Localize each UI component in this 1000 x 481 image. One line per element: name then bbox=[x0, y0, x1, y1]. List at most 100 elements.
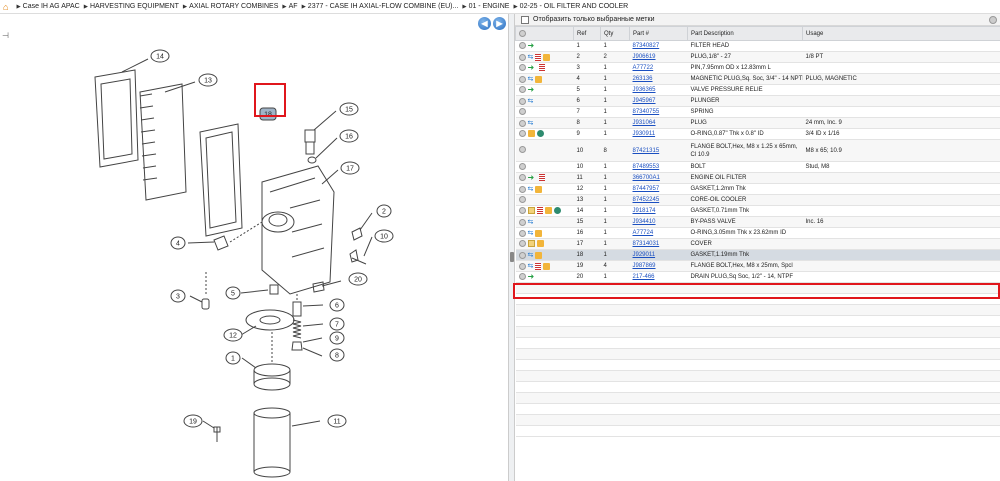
table-row[interactable]: ⇆ 19 4 J987869 FLANGE BOLT,Hex, M8 x 25mm, S… bbox=[515, 260, 1000, 272]
callout-label[interactable]: 16 bbox=[345, 134, 353, 141]
table-row[interactable]: 10 8 87421315 FLANGE BOLT,Hex, M8 x 1.25 x … bbox=[515, 139, 1000, 162]
arrow-icon[interactable]: ➜ bbox=[528, 64, 537, 72]
table-row[interactable]: ➜ 3 1 A77722 PIN,7.95mm OD x 12.83mm L bbox=[515, 62, 1000, 74]
show-selected-checkbox[interactable] bbox=[521, 15, 529, 24]
package-icon[interactable] bbox=[535, 185, 543, 193]
cell-part-number[interactable]: J987869 bbox=[629, 260, 688, 272]
part-number-link[interactable]: 366700A1 bbox=[633, 175, 660, 181]
gear-icon[interactable] bbox=[518, 42, 526, 50]
part-number-link[interactable]: 87340827 bbox=[633, 43, 660, 49]
breadcrumb-item[interactable]: 02-25 - OIL FILTER AND COOLER bbox=[520, 3, 629, 10]
cell-part-number[interactable]: J906619 bbox=[629, 51, 688, 63]
part-number-link[interactable]: 87421315 bbox=[633, 148, 660, 154]
callout-13[interactable]: 13 bbox=[198, 73, 218, 87]
cell-part-number[interactable]: J945967 bbox=[629, 95, 688, 107]
part-number-link[interactable]: J918174 bbox=[633, 208, 656, 214]
arrow-icon[interactable]: ➜ bbox=[528, 174, 537, 182]
package-icon[interactable] bbox=[527, 130, 535, 138]
home-icon[interactable]: ⌂ bbox=[3, 2, 8, 12]
globe-icon[interactable] bbox=[553, 207, 561, 215]
part-number-link[interactable]: J934410 bbox=[633, 219, 656, 225]
document-icon[interactable] bbox=[538, 174, 545, 182]
callout-label[interactable]: 4 bbox=[176, 241, 180, 248]
swap-icon[interactable]: ⇆ bbox=[528, 218, 534, 226]
callout-7[interactable]: 7 bbox=[329, 317, 345, 331]
gear-icon[interactable] bbox=[518, 229, 526, 237]
part-number-link[interactable]: J931064 bbox=[633, 120, 656, 126]
part-number-link[interactable]: 87340755 bbox=[633, 109, 660, 115]
gear-icon[interactable] bbox=[518, 97, 526, 105]
table-row[interactable]: 14 1 J918174 GASKET,0.71mm Thk bbox=[515, 205, 1000, 217]
callout-11[interactable]: 11 bbox=[327, 414, 347, 428]
gear-icon[interactable] bbox=[518, 53, 526, 61]
swap-icon[interactable]: ⇆ bbox=[528, 229, 534, 237]
callout-label[interactable]: 12 bbox=[229, 333, 237, 340]
callout-6[interactable]: 6 bbox=[329, 298, 345, 312]
gear-icon[interactable] bbox=[518, 75, 526, 83]
gear-icon[interactable] bbox=[518, 240, 526, 248]
globe-icon[interactable] bbox=[536, 130, 544, 138]
back-button[interactable]: ◀ bbox=[478, 17, 491, 30]
gear-icon[interactable] bbox=[518, 273, 526, 281]
breadcrumb-item[interactable]: 01 - ENGINE bbox=[469, 3, 510, 10]
column-ref[interactable]: Ref bbox=[573, 26, 601, 41]
callout-4[interactable]: 4 bbox=[170, 236, 186, 250]
gear-icon[interactable] bbox=[518, 185, 526, 193]
cell-part-number[interactable]: 87340755 bbox=[629, 106, 688, 118]
swap-icon[interactable]: ⇆ bbox=[528, 251, 534, 259]
table-row[interactable]: ⇆ 18 1 J929011 GASKET,1.19mm Thk bbox=[515, 249, 1000, 261]
gear-icon[interactable] bbox=[519, 29, 526, 37]
table-row[interactable]: ➜ 1 1 87340827 FILTER HEAD bbox=[515, 40, 1000, 52]
note-icon[interactable] bbox=[527, 207, 535, 215]
cell-part-number[interactable]: 217-466 bbox=[629, 271, 688, 283]
part-number-link[interactable]: J906619 bbox=[633, 54, 656, 60]
swap-icon[interactable]: ⇆ bbox=[528, 185, 534, 193]
exploded-parts-diagram[interactable]: 1413181516172104203 56712 91 819 11 bbox=[0, 32, 508, 481]
document-icon[interactable] bbox=[535, 262, 542, 270]
callout-14[interactable]: 14 bbox=[150, 49, 170, 63]
breadcrumb-item[interactable]: AXIAL ROTARY COMBINES bbox=[189, 3, 278, 10]
callout-label[interactable]: 3 bbox=[176, 294, 180, 301]
part-number-link[interactable]: A77722 bbox=[633, 65, 654, 71]
cell-part-number[interactable]: J929011 bbox=[629, 249, 688, 261]
table-row[interactable]: ⇆ 8 1 J931064 PLUG 24 mm, Inc. 9 bbox=[515, 117, 1000, 129]
callout-8[interactable]: 8 bbox=[329, 348, 345, 362]
cell-part-number[interactable]: A77722 bbox=[629, 62, 688, 74]
cell-part-number[interactable]: 87489553 bbox=[629, 161, 688, 173]
package-icon[interactable] bbox=[544, 207, 552, 215]
swap-icon[interactable]: ⇆ bbox=[528, 119, 534, 127]
arrow-icon[interactable]: ➜ bbox=[528, 42, 537, 50]
cell-part-number[interactable]: J931064 bbox=[629, 117, 688, 129]
gear-icon[interactable] bbox=[518, 251, 526, 259]
table-row[interactable]: ⇆ 15 1 J934410 BY-PASS VALVE Inc. 16 bbox=[515, 216, 1000, 228]
cell-part-number[interactable]: A77724 bbox=[629, 227, 688, 239]
column-qty[interactable]: Qty bbox=[600, 26, 630, 41]
cell-part-number[interactable]: J934410 bbox=[629, 216, 688, 228]
swap-icon[interactable]: ⇆ bbox=[528, 75, 534, 83]
cell-part-number[interactable]: 87447957 bbox=[629, 183, 688, 195]
table-row[interactable]: ➜ 11 1 366700A1 ENGINE OIL FILTER bbox=[515, 172, 1000, 184]
part-number-link[interactable]: J930911 bbox=[633, 131, 656, 137]
column-description[interactable]: Part Description bbox=[687, 26, 803, 41]
arrow-icon[interactable]: ➜ bbox=[528, 273, 537, 281]
table-row[interactable]: ⇆ 12 1 87447957 GASKET,1.2mm Thk bbox=[515, 183, 1000, 195]
swap-icon[interactable]: ⇆ bbox=[528, 262, 534, 270]
callout-label[interactable]: 6 bbox=[335, 303, 339, 310]
callout-label[interactable]: 18 bbox=[264, 112, 272, 119]
cell-part-number[interactable]: 263136 bbox=[629, 73, 688, 85]
part-number-link[interactable]: 87314031 bbox=[633, 241, 660, 247]
gear-icon[interactable] bbox=[518, 196, 526, 204]
package-icon[interactable] bbox=[536, 240, 544, 248]
part-number-link[interactable]: 263136 bbox=[633, 76, 653, 82]
callout-label[interactable]: 15 bbox=[345, 107, 353, 114]
package-icon[interactable] bbox=[543, 53, 551, 61]
table-row[interactable]: 13 1 87452245 CORE-OIL COOLER bbox=[515, 194, 1000, 206]
package-icon[interactable] bbox=[535, 75, 543, 83]
part-number-link[interactable]: J945967 bbox=[633, 98, 656, 104]
breadcrumb-item[interactable]: 2377 - CASE IH AXIAL-FLOW COMBINE (EU)..… bbox=[308, 3, 459, 10]
gear-icon[interactable] bbox=[518, 163, 526, 171]
part-number-link[interactable]: 87452245 bbox=[633, 197, 660, 203]
cell-part-number[interactable]: J918174 bbox=[629, 205, 688, 217]
cell-part-number[interactable]: 87452245 bbox=[629, 194, 688, 206]
table-row[interactable]: 10 1 87489553 BOLT Stud, M8 bbox=[515, 161, 1000, 173]
